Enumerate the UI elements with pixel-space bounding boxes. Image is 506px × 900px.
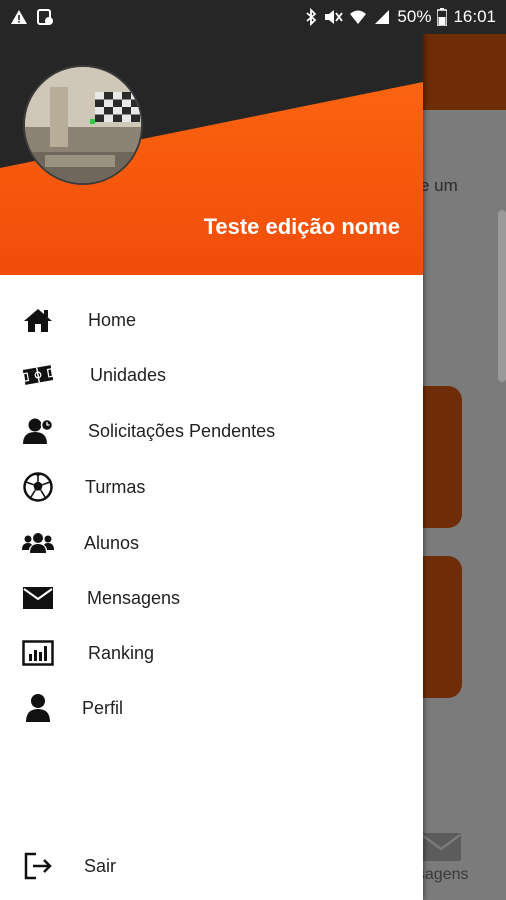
user-icon: [22, 692, 54, 724]
menu-item-label: Alunos: [84, 532, 140, 553]
envelope-icon: [421, 833, 461, 861]
avatar[interactable]: [23, 65, 143, 185]
warning-icon: [11, 10, 27, 24]
menu-item-label: Turmas: [85, 476, 146, 497]
field-icon: [22, 359, 54, 391]
signal-icon: [375, 10, 390, 24]
bar-chart-icon: [22, 637, 54, 669]
menu-item-solicitacoes-pendentes[interactable]: Solicitações Pendentes: [0, 406, 423, 456]
navigation-drawer: Teste edição nome Home Unidades Solicita…: [0, 34, 423, 900]
user-clock-icon: [22, 415, 54, 447]
logout-button[interactable]: Sair: [0, 841, 423, 891]
logout-icon: [22, 850, 54, 882]
battery-icon: [437, 8, 448, 26]
menu-item-label: Perfil: [82, 697, 124, 718]
envelope-icon: [22, 582, 54, 614]
wifi-icon: [350, 10, 367, 24]
menu-item-ranking[interactable]: Ranking: [0, 628, 423, 678]
menu-item-label: Ranking: [88, 642, 155, 663]
battery-percent: 50%: [397, 7, 432, 26]
menu-item-label: Home: [88, 309, 137, 330]
bluetooth-icon: [306, 8, 317, 26]
menu-item-label: Solicitações Pendentes: [88, 420, 276, 441]
menu-item-mensagens[interactable]: Mensagens: [0, 573, 423, 623]
menu-item-label: Unidades: [90, 364, 167, 385]
menu-item-unidades[interactable]: Unidades: [0, 350, 423, 400]
home-icon: [22, 304, 54, 336]
clock: 16:01: [453, 7, 496, 26]
menu-item-label: Mensagens: [87, 587, 181, 608]
gallery-notification-icon: [37, 9, 53, 25]
menu-item-alunos[interactable]: Alunos: [0, 518, 423, 568]
drawer-header: Teste edição nome: [0, 34, 423, 275]
soccer-ball-icon: [22, 471, 54, 503]
menu-item-home[interactable]: Home: [0, 295, 423, 345]
status-bar: 50% 16:01: [0, 0, 506, 34]
mute-icon: [325, 10, 344, 24]
background-scrollbar: [498, 210, 506, 382]
menu-item-turmas[interactable]: Turmas: [0, 462, 423, 512]
background-partial-text: e um: [420, 176, 458, 195]
user-name: Teste edição nome: [203, 214, 400, 239]
logout-label: Sair: [84, 855, 117, 876]
users-icon: [22, 527, 54, 559]
menu-item-perfil[interactable]: Perfil: [0, 683, 423, 733]
